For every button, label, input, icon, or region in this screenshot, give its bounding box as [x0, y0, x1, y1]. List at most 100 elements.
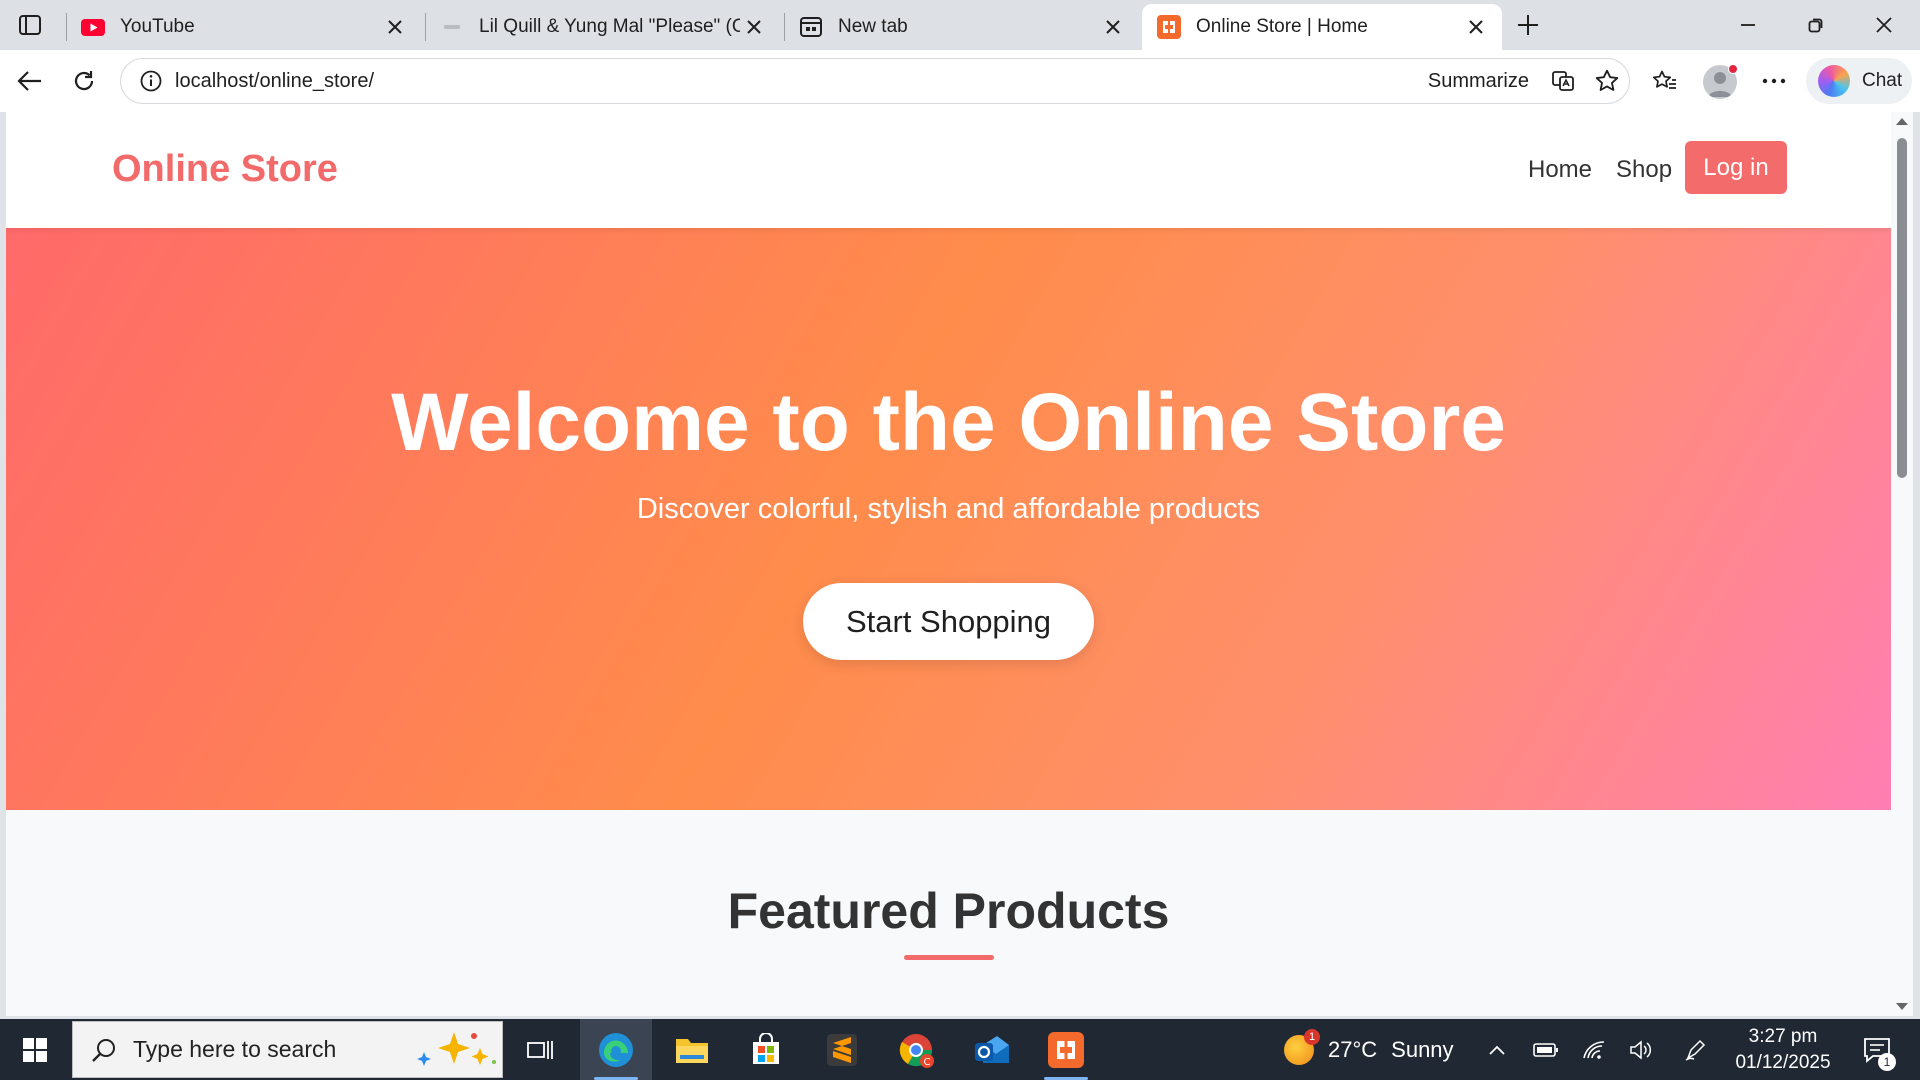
hero-subtitle: Discover colorful, stylish and affordabl… — [636, 493, 1261, 525]
copilot-icon — [1818, 65, 1850, 97]
close-tab-icon[interactable] — [381, 13, 409, 41]
window-edge — [1913, 112, 1920, 1016]
chat-label: Chat — [1862, 70, 1903, 91]
network-button[interactable] — [1575, 1019, 1613, 1080]
browser-toolbar: localhost/online_store/ Summarize Chat — [0, 50, 1920, 112]
restore-button[interactable] — [1788, 6, 1844, 44]
tab-youtube[interactable]: YouTube — [66, 4, 421, 50]
chrome-icon: C — [899, 1033, 934, 1068]
pen-icon — [1685, 1039, 1706, 1061]
tab-video[interactable]: Lil Quill & Yung Mal "Please" (Offi — [425, 4, 780, 50]
copilot-chat-button[interactable]: Chat — [1806, 58, 1912, 104]
back-arrow-icon — [17, 71, 41, 91]
address-bar[interactable]: localhost/online_store/ Summarize — [120, 58, 1630, 104]
minimize-icon — [1741, 24, 1755, 26]
close-tab-icon[interactable] — [1462, 13, 1490, 41]
page-viewport: Online Store Home Shop Log in Welcome to… — [6, 112, 1891, 1016]
back-button[interactable] — [10, 62, 50, 100]
taskbar-sublime[interactable] — [806, 1019, 878, 1080]
tab-online-store[interactable]: Online Store | Home — [1142, 4, 1502, 50]
taskbar-outlook[interactable] — [956, 1019, 1028, 1080]
xampp-icon — [1156, 15, 1182, 39]
site-header: Online Store Home Shop Log in — [6, 112, 1891, 228]
favorite-star-icon[interactable] — [1585, 61, 1629, 101]
more-dots-icon — [1762, 78, 1786, 84]
hero-title: Welcome to the Online Store — [391, 377, 1506, 468]
scroll-up-arrow-icon[interactable] — [1896, 118, 1908, 125]
scroll-down-arrow-icon[interactable] — [1896, 1003, 1908, 1010]
taskbar-xampp[interactable] — [1030, 1019, 1102, 1080]
sparkle-icon — [417, 1031, 496, 1066]
page-scrollbar[interactable] — [1891, 112, 1913, 1016]
login-button[interactable]: Log in — [1685, 141, 1787, 194]
tab-strip: YouTube Lil Quill & Yung Mal "Please" (O… — [0, 0, 1920, 50]
clock-date: 01/12/2025 — [1735, 1051, 1831, 1073]
tab-title: New tab — [838, 16, 908, 37]
xampp-icon — [1048, 1031, 1084, 1068]
sun-icon: 1 — [1284, 1028, 1320, 1065]
weather-condition: Sunny — [1391, 1036, 1454, 1062]
favorites-icon — [1652, 70, 1676, 89]
outlook-icon — [975, 1035, 1009, 1063]
close-tab-icon[interactable] — [740, 13, 768, 41]
task-view-button[interactable] — [504, 1019, 576, 1080]
nav-home-link[interactable]: Home — [1528, 156, 1592, 184]
nav-shop-link[interactable]: Shop — [1616, 156, 1672, 184]
windows-logo-icon — [23, 1037, 47, 1062]
minimize-button[interactable] — [1720, 6, 1776, 44]
address-text[interactable]: localhost/online_store/ — [175, 70, 1428, 93]
close-tab-icon[interactable] — [1099, 13, 1127, 41]
svg-text:C: C — [924, 1057, 931, 1068]
battery-icon — [1533, 1042, 1558, 1057]
close-icon — [1876, 17, 1892, 33]
site-logo[interactable]: Online Store — [112, 148, 338, 191]
sublime-text-icon — [827, 1033, 857, 1066]
clock-time: 3:27 pm — [1748, 1025, 1818, 1047]
taskbar-clock[interactable]: 3:27 pm 01/12/2025 — [1728, 1019, 1838, 1080]
tab-title: YouTube — [120, 16, 195, 37]
scroll-thumb[interactable] — [1897, 138, 1907, 478]
taskbar-chrome[interactable]: C — [880, 1019, 952, 1080]
reload-icon — [74, 71, 94, 91]
wifi-icon — [1583, 1040, 1605, 1059]
hero-banner: Welcome to the Online Store Discover col… — [6, 228, 1891, 810]
settings-menu-button[interactable] — [1754, 62, 1794, 100]
weather-widget[interactable]: 1 27°C Sunny — [1284, 1019, 1454, 1080]
edge-icon — [599, 1032, 633, 1067]
translate-icon[interactable] — [1541, 61, 1585, 101]
battery-button[interactable] — [1527, 1019, 1565, 1080]
close-window-button[interactable] — [1856, 6, 1912, 44]
featured-products-heading: Featured Products — [727, 883, 1170, 939]
store-icon — [753, 1032, 779, 1064]
taskbar-store[interactable] — [730, 1019, 802, 1080]
taskbar-search-box[interactable]: Type here to search — [72, 1021, 503, 1078]
tab-new-tab[interactable]: New tab — [784, 4, 1139, 50]
notification-center-button[interactable]: 1 — [1852, 1019, 1902, 1080]
search-icon — [92, 1038, 115, 1062]
search-placeholder: Type here to search — [133, 1036, 337, 1062]
profile-notification-dot — [1728, 64, 1738, 74]
volume-button[interactable] — [1622, 1019, 1660, 1080]
plus-icon — [1518, 15, 1538, 35]
task-view-icon — [527, 1040, 553, 1059]
favorites-button[interactable] — [1645, 62, 1685, 100]
summarize-button[interactable]: Summarize — [1428, 70, 1529, 93]
taskbar-edge[interactable] — [580, 1019, 652, 1080]
restore-icon — [1808, 18, 1823, 33]
tab-actions-icon[interactable] — [12, 10, 48, 40]
show-hidden-icons-button[interactable] — [1478, 1019, 1516, 1080]
new-tab-button[interactable] — [1510, 8, 1546, 42]
chevron-up-icon — [1489, 1045, 1505, 1055]
taskbar-file-explorer[interactable] — [656, 1019, 728, 1080]
start-shopping-button[interactable]: Start Shopping — [803, 583, 1094, 660]
video-thumb-icon — [439, 16, 465, 38]
pen-button[interactable] — [1677, 1019, 1715, 1080]
weather-badge: 1 — [1304, 1028, 1320, 1045]
heading-underline — [904, 955, 994, 960]
reload-button[interactable] — [64, 62, 104, 100]
start-button[interactable] — [0, 1019, 70, 1080]
tab-title: Lil Quill & Yung Mal "Please" (Offi — [479, 16, 740, 37]
site-info-icon[interactable] — [127, 58, 175, 104]
youtube-icon — [80, 16, 106, 38]
speaker-icon — [1630, 1039, 1652, 1060]
